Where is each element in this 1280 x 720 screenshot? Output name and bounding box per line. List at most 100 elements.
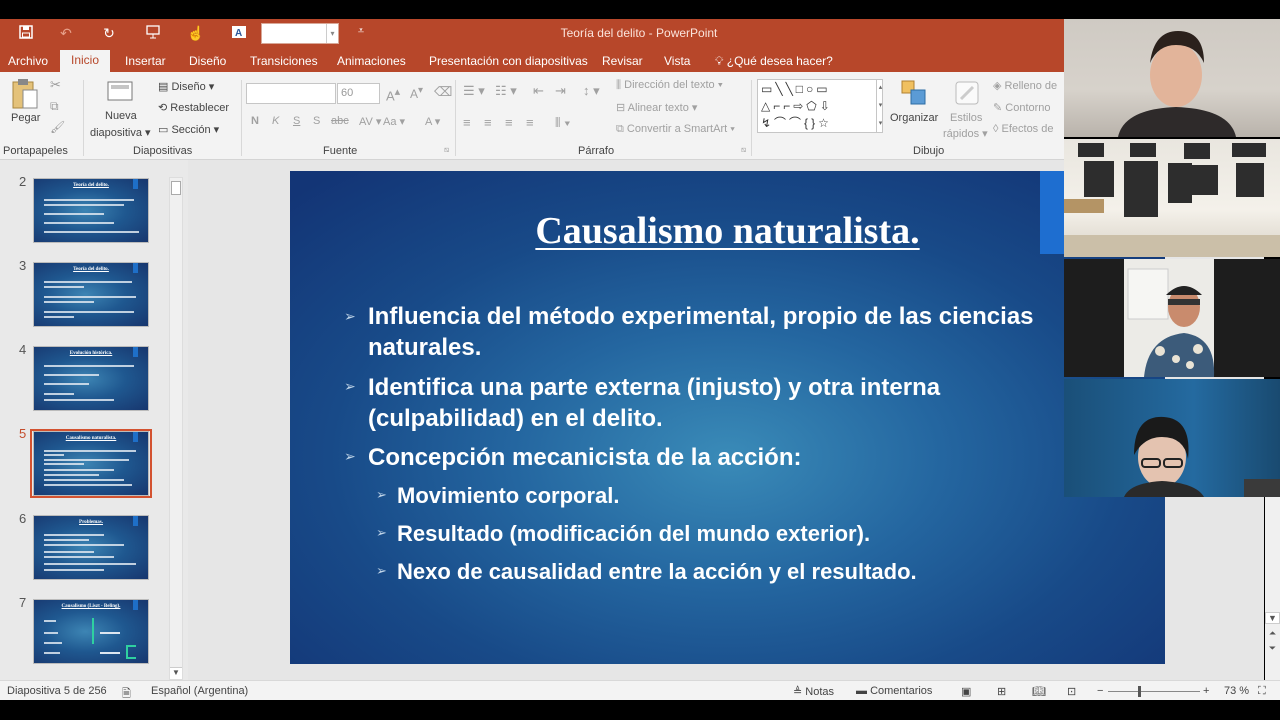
thumbnails-scrollbar[interactable]: ▼ (169, 177, 183, 680)
text-direction-button[interactable]: ⫼ Dirección del texto ▾ (616, 79, 723, 92)
notes-button[interactable]: ≜ Notas (793, 685, 834, 698)
font-dialog-launcher-icon[interactable]: ⧅ (444, 145, 449, 155)
video-tile-participant-2[interactable] (1064, 139, 1280, 257)
fit-slide-icon[interactable]: ⛶ (1258, 685, 1266, 698)
current-slide[interactable]: Causalismo naturalista. ➢ Influencia del… (290, 171, 1165, 664)
slideshow-icon[interactable]: ⊡ (1067, 685, 1076, 698)
quick-styles-label-2[interactable]: rápidos ▾ (943, 127, 988, 140)
slide-thumbnail-4[interactable]: Evolución histórica. (33, 346, 149, 411)
tell-me-box[interactable]: 💡︎ ¿Qué desea hacer? (715, 48, 833, 72)
arrange-button[interactable]: Organizar (890, 112, 938, 124)
reset-button[interactable]: ⟲ Restablecer (158, 101, 229, 114)
align-right-icon[interactable]: ≡ (505, 115, 513, 130)
paste-icon[interactable] (10, 78, 40, 115)
zoom-slider-thumb[interactable] (1138, 686, 1141, 697)
convert-smartart-button[interactable]: ⧉ Convertir a SmartArt ▾ (616, 123, 735, 136)
language-indicator[interactable]: Español (Argentina) (151, 685, 248, 697)
font-size-box[interactable]: 60 (337, 83, 380, 104)
tab-revisar[interactable]: Revisar (602, 48, 643, 72)
grow-font-icon[interactable]: A▴ (386, 85, 400, 103)
shape-outline-button[interactable]: ✎ Contorno (993, 101, 1051, 114)
change-case-button[interactable]: Aa ▾ (383, 115, 405, 128)
font-color-button[interactable]: A ▾ (425, 115, 440, 128)
bold-button[interactable]: N (251, 115, 259, 127)
sub-bullet-2[interactable]: Resultado (modificación del mundo exteri… (397, 518, 870, 549)
slide-title[interactable]: Causalismo naturalista. (290, 209, 1165, 253)
shape-effects-button[interactable]: ◊ Efectos de (993, 123, 1053, 135)
tab-animaciones[interactable]: Animaciones (337, 48, 406, 72)
arrange-icon[interactable] (900, 79, 928, 110)
slide-thumbnail-6[interactable]: Problemas. (33, 515, 149, 580)
bullet-1-line-2[interactable]: naturales. (368, 332, 481, 363)
tab-vista[interactable]: Vista (664, 48, 690, 72)
char-spacing-button[interactable]: AV ▾ (359, 115, 381, 128)
scrollbar-thumb[interactable] (171, 181, 181, 195)
align-left-icon[interactable]: ≡ (463, 115, 471, 130)
new-slide-icon[interactable] (106, 78, 134, 109)
slide-thumbnail-5[interactable]: Causalismo naturalista. (33, 431, 149, 496)
numbering-icon[interactable]: ☷ ▾ (495, 83, 517, 99)
increase-indent-icon[interactable]: ⇥ (555, 83, 566, 99)
tab-archivo[interactable]: Archivo (8, 48, 48, 72)
format-painter-icon[interactable]: 🖌︎ (50, 120, 65, 134)
tab-diseno[interactable]: Diseño (189, 48, 226, 72)
zoom-level[interactable]: 73 % (1224, 685, 1249, 697)
shapes-gallery-scroll[interactable]: ▴ ▾ ▾ (876, 79, 884, 133)
editor-scrollbar[interactable]: ▼ ⏶ ⏷ (1265, 497, 1280, 680)
video-tile-participant-1[interactable] (1064, 19, 1280, 137)
underline-button[interactable]: S (293, 115, 300, 127)
zoom-in-icon[interactable]: + (1203, 685, 1209, 697)
paste-button[interactable]: Pegar (11, 112, 40, 124)
layout-button[interactable]: ▤ Diseño ▾ (158, 80, 214, 93)
quick-styles-icon[interactable] (953, 79, 981, 110)
slide-thumbnail-3[interactable]: Teoría del delito. (33, 262, 149, 327)
normal-view-icon[interactable]: ▣ (961, 685, 971, 698)
new-slide-label-2[interactable]: diapositiva ▾ (90, 126, 151, 139)
align-text-button[interactable]: ⊟ Alinear texto ▾ (616, 101, 697, 114)
sub-bullet-1[interactable]: Movimiento corporal. (397, 480, 619, 511)
section-button[interactable]: ▭ Sección ▾ (158, 123, 219, 136)
scroll-down-icon[interactable]: ▼ (1265, 612, 1280, 624)
zoom-slider[interactable] (1108, 691, 1200, 692)
shrink-font-icon[interactable]: A▾ (410, 85, 423, 101)
bullet-2-line-2[interactable]: (culpabilidad) en el delito. (368, 403, 663, 434)
align-center-icon[interactable]: ≡ (484, 115, 492, 130)
shapes-gallery[interactable]: ▭╲╲□○▭ △⌐⌐⇨⬠⇩ ↯⌒⌒{}☆ (757, 79, 883, 133)
font-name-box[interactable] (246, 83, 336, 104)
video-tile-participant-4[interactable] (1064, 379, 1280, 497)
slide-thumbnail-2[interactable]: Teoría del delito. (33, 178, 149, 243)
scroll-down-icon[interactable]: ▼ (170, 667, 182, 679)
justify-icon[interactable]: ≡ (526, 115, 534, 130)
sub-bullet-3[interactable]: Nexo de causalidad entre la acción y el … (397, 556, 917, 587)
strikethrough-button[interactable]: abc (331, 115, 349, 127)
decrease-indent-icon[interactable]: ⇤ (533, 83, 544, 99)
comments-button[interactable]: ▬ Comentarios (856, 685, 932, 697)
columns-icon[interactable]: ⫴ ▾ (555, 115, 570, 131)
spellcheck-icon[interactable]: 🗎︎ (122, 685, 131, 704)
new-slide-label-1[interactable]: Nueva (105, 110, 137, 122)
tab-presentacion[interactable]: Presentación con diapositivas (429, 48, 588, 72)
video-tile-participant-3[interactable] (1064, 259, 1280, 377)
shadow-button[interactable]: S (313, 115, 320, 127)
next-slide-icon[interactable]: ⏷ (1265, 643, 1280, 654)
bullet-1-line-1[interactable]: Influencia del método experimental, prop… (368, 301, 1034, 332)
line-spacing-icon[interactable]: ↕ ▾ (583, 83, 600, 99)
tab-insertar[interactable]: Insertar (125, 48, 166, 72)
reading-view-icon[interactable]: 📖︎ (1032, 685, 1046, 698)
quick-styles-label-1[interactable]: Estilos (950, 112, 982, 124)
bullet-2-line-1[interactable]: Identifica una parte externa (injusto) y… (368, 372, 940, 403)
slide-sorter-icon[interactable]: ⊞ (997, 685, 1006, 698)
zoom-out-icon[interactable]: − (1097, 685, 1103, 697)
cut-icon[interactable]: ✂ (50, 77, 61, 93)
previous-slide-icon[interactable]: ⏶ (1265, 628, 1280, 639)
copy-icon[interactable]: ⧉ (50, 99, 59, 114)
tab-inicio[interactable]: Inicio (60, 50, 111, 72)
italic-button[interactable]: K (272, 115, 279, 127)
bullet-3-line-1[interactable]: Concepción mecanicista de la acción: (368, 442, 801, 473)
bullets-icon[interactable]: ☰ ▾ (463, 83, 485, 99)
clear-format-icon[interactable]: ⌫ (434, 84, 452, 100)
paragraph-dialog-launcher-icon[interactable]: ⧅ (741, 145, 746, 155)
slide-thumbnail-7[interactable]: Causalismo (Liszt - Beling). (33, 599, 149, 664)
shape-fill-button[interactable]: ◈ Relleno de (993, 79, 1057, 92)
tab-transiciones[interactable]: Transiciones (250, 48, 318, 72)
